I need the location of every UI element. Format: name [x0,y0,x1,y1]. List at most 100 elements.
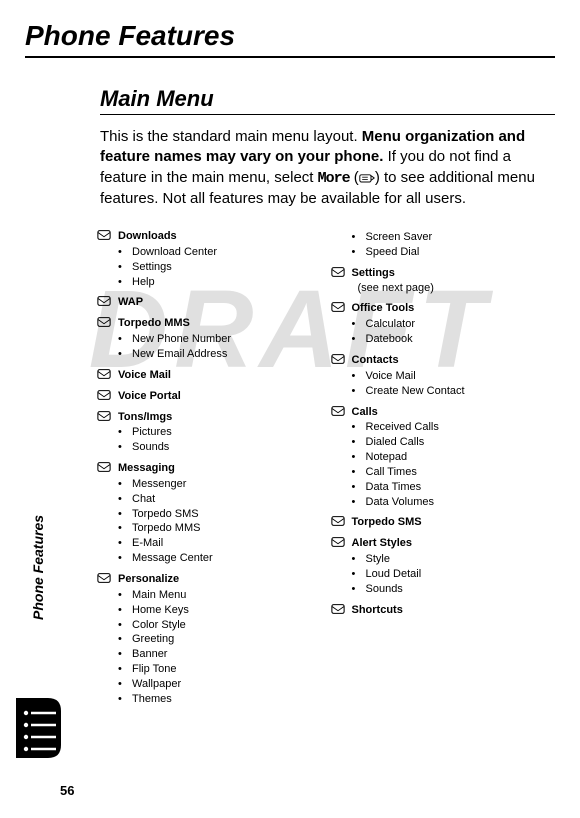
menu-group-icon [330,353,346,365]
menu-group-header: Personalize [118,572,322,587]
chapter-title: Phone Features [25,20,555,58]
menu-sub-item-label: Pictures [132,425,172,440]
menu-group-header: Calls [352,405,556,420]
bullet-icon: • [118,632,132,647]
menu-sub-item: •Data Volumes [352,495,556,510]
menu-sub-item: •E-Mail [118,536,322,551]
menu-group: Torpedo MMS•New Phone Number•New Email A… [118,316,322,362]
menu-group-title: Contacts [352,353,399,368]
bullet-icon: • [352,567,366,582]
menu-group: Settings(see next page) [352,266,556,296]
menu-sub-item-label: Help [132,275,155,290]
menu-group-icon [330,405,346,417]
bullet-icon: • [118,492,132,507]
menu-group-icon [96,229,112,241]
bullet-icon: • [118,692,132,707]
bullet-icon: • [352,230,366,245]
bullet-icon: • [352,420,366,435]
menu-sub-list: •Pictures•Sounds [118,425,322,455]
bullet-icon: • [352,317,366,332]
menu-sub-item: •Torpedo SMS [118,507,322,522]
menu-sub-item: •Dialed Calls [352,435,556,450]
menu-sub-item-label: Sounds [132,440,169,455]
menu-columns: Downloads•Download Center•Settings•HelpW… [100,229,555,712]
menu-group-header: Downloads [118,229,322,244]
menu-sub-item: •Message Center [118,551,322,566]
menu-sub-item-label: New Email Address [132,347,227,362]
menu-sub-item: •Voice Mail [352,369,556,384]
menu-group-header: Office Tools [352,301,556,316]
menu-sub-item: •Messenger [118,477,322,492]
menu-sub-item: •Sounds [352,582,556,597]
menu-sub-item-label: Speed Dial [366,245,420,260]
menu-sub-item: •Download Center [118,245,322,260]
menu-sub-item-label: Data Times [366,480,422,495]
page-number: 56 [60,783,74,798]
menu-sub-item-label: Chat [132,492,155,507]
menu-sub-item-label: Flip Tone [132,662,176,677]
bullet-icon: • [352,495,366,510]
menu-group-title: Shortcuts [352,603,403,618]
menu-sub-item: •Torpedo MMS [118,521,322,536]
menu-sub-item-label: Themes [132,692,172,707]
menu-group-title: Alert Styles [352,536,413,551]
bullet-icon: • [118,275,132,290]
menu-sub-item-label: Torpedo SMS [132,507,199,522]
bullet-icon: • [118,677,132,692]
menu-sub-item: •New Phone Number [118,332,322,347]
bullet-icon: • [118,521,132,536]
menu-group: Contacts•Voice Mail•Create New Contact [352,353,556,399]
menu-group-continuation: •Screen Saver•Speed Dial [352,230,556,260]
menu-sub-item: •Color Style [118,618,322,633]
bullet-icon: • [118,332,132,347]
menu-group: Shortcuts [352,603,556,618]
menu-sub-item-label: Received Calls [366,420,439,435]
bullet-icon: • [352,245,366,260]
menu-sub-list: •Calculator•Datebook [352,317,556,347]
menu-group-icon [96,316,112,328]
menu-sub-item: •Create New Contact [352,384,556,399]
menu-group-header: Voice Mail [118,368,322,383]
menu-group-title: Settings [352,266,395,281]
menu-sub-item-label: Loud Detail [366,567,422,582]
bullet-icon: • [352,435,366,450]
menu-sub-item-label: Sounds [366,582,403,597]
left-column: Downloads•Download Center•Settings•HelpW… [118,229,322,712]
menu-group: Voice Mail [118,368,322,383]
menu-sub-item-label: Wallpaper [132,677,181,692]
menu-sub-item-label: Color Style [132,618,186,633]
menu-sub-item: •Sounds [118,440,322,455]
menu-group: Voice Portal [118,389,322,404]
menu-group-title: Torpedo MMS [118,316,190,331]
menu-group-header: Torpedo SMS [352,515,556,530]
menu-group: Messaging•Messenger•Chat•Torpedo SMS•Tor… [118,461,322,566]
intro-paren-open: ( [350,169,359,186]
page-content: Phone Features Main Menu This is the sta… [0,0,580,713]
menu-sub-item-label: Data Volumes [366,495,434,510]
menu-group-header: Tons/Imgs [118,410,322,425]
menu-group-header: Settings [352,266,556,281]
menu-sub-item: •Speed Dial [352,245,556,260]
menu-group-header: WAP [118,295,322,310]
menu-group-icon [330,266,346,278]
bullet-icon: • [118,647,132,662]
menu-sub-item: •Datebook [352,332,556,347]
menu-sub-item: •Data Times [352,480,556,495]
menu-group-icon [96,368,112,380]
menu-sub-list: •Received Calls•Dialed Calls•Notepad•Cal… [352,420,556,509]
menu-group-icon [96,572,112,584]
menu-sub-item-label: Datebook [366,332,413,347]
menu-sub-item-label: Notepad [366,450,408,465]
menu-group-header: Voice Portal [118,389,322,404]
menu-sub-item: •Flip Tone [118,662,322,677]
menu-group-title: Tons/Imgs [118,410,172,425]
menu-sub-item-label: Settings [132,260,172,275]
menu-group-header: Alert Styles [352,536,556,551]
bullet-icon: • [118,477,132,492]
more-icon [359,168,375,188]
menu-group-note: (see next page) [352,281,556,296]
menu-sub-item-label: Dialed Calls [366,435,425,450]
menu-sub-item: •Screen Saver [352,230,556,245]
bullet-icon: • [118,603,132,618]
menu-group-title: Voice Mail [118,368,171,383]
